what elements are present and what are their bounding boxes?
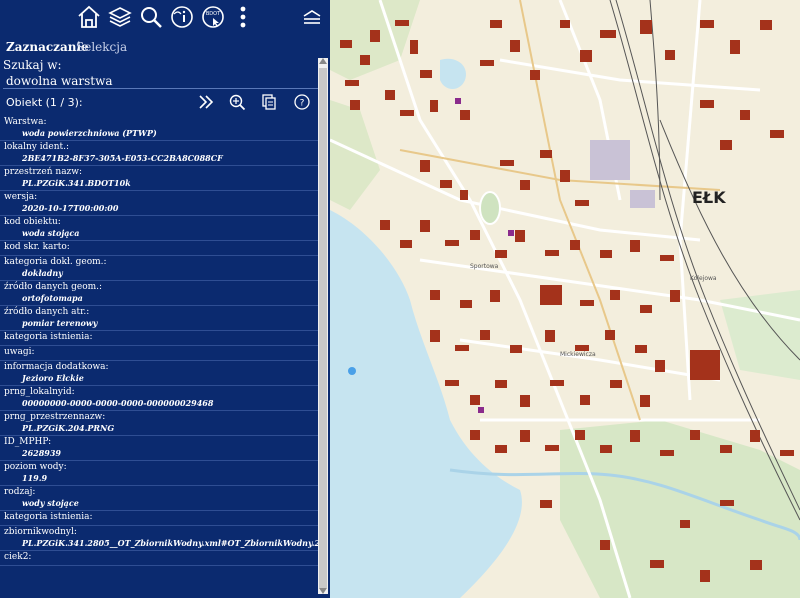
attribute-row: kategoria dokł. geom.: dokładny <box>0 256 318 281</box>
map-street-label: Sportowa <box>470 263 499 270</box>
map-marker <box>348 367 356 375</box>
attribute-row: kategoria istnienia: <box>0 331 318 346</box>
attribute-row: zbiornikwodnyl: PL.PZGiK.341.2805__OT_Zbi… <box>0 526 318 551</box>
help-icon[interactable]: ? <box>292 92 312 112</box>
attribute-row: kod obiektu: woda stojąca <box>0 216 318 241</box>
layers-icon[interactable] <box>106 2 134 32</box>
next-object-icon[interactable] <box>196 92 216 112</box>
attribute-row: uwagi: <box>0 346 318 361</box>
search-icon[interactable] <box>137 2 165 32</box>
zoom-to-object-icon[interactable] <box>227 92 247 112</box>
map-stadium <box>479 191 501 225</box>
attribute-row: kod skr. karto: <box>0 241 318 256</box>
object-bar: Obiekt (1 / 3): ? <box>0 90 318 114</box>
svg-text:BDOT: BDOT <box>206 11 221 17</box>
map-city-label: EŁK <box>692 188 726 207</box>
attribute-row: Warstwa: woda powierzchniowa (PTWP) <box>0 116 318 141</box>
map-street-label: Kolejowa <box>690 275 717 282</box>
panel-scrollbar[interactable] <box>318 58 328 594</box>
attribute-row: ciek2: <box>0 551 318 566</box>
info-panel: BDOT Zaznaczanie Selekcja Szukaj w: dowo… <box>0 0 330 598</box>
attribute-row: wersja: 2020-10-17T00:00:00 <box>0 191 318 216</box>
map-street-label: Mickiewicza <box>560 351 596 358</box>
scroll-down-arrow-icon[interactable] <box>319 588 327 594</box>
attribute-row: źródło danych geom.: ortofotomapa <box>0 281 318 306</box>
object-title: Obiekt (1 / 3): <box>6 96 83 109</box>
bdot-icon[interactable]: BDOT <box>199 2 227 32</box>
attribute-row: lokalny ident.: 2BE471B2-8F37-305A-E053-C… <box>0 141 318 166</box>
search-layer-select[interactable]: dowolna warstwa <box>3 72 318 89</box>
more-vertical-icon[interactable] <box>229 2 257 32</box>
tab-selekcja[interactable]: Selekcja <box>76 40 127 54</box>
attribute-row: prng_przestrzennazw: PL.PZGiK.204.PRNG <box>0 411 318 436</box>
attribute-row: kategoria istnienia: <box>0 511 318 526</box>
collapse-icon[interactable] <box>298 2 326 32</box>
attribute-list: Warstwa: woda powierzchniowa (PTWP) lokal… <box>0 116 318 566</box>
attribute-row: ID_MPHP: 2628939 <box>0 436 318 461</box>
copy-icon[interactable] <box>259 92 279 112</box>
home-icon[interactable] <box>75 2 103 32</box>
attribute-row: informacja dodatkowa: Jezioro Ełckie <box>0 361 318 386</box>
panel-toolbar: BDOT <box>0 0 330 36</box>
scrollbar-thumb[interactable] <box>319 68 327 588</box>
panel-tabs: Zaznaczanie Selekcja <box>0 38 318 56</box>
info-icon[interactable] <box>168 2 196 32</box>
scroll-up-arrow-icon[interactable] <box>319 58 327 64</box>
attribute-row: prng_lokalnyid: 00000000-0000-0000-0000-0… <box>0 386 318 411</box>
search-label: Szukaj w: <box>3 58 62 72</box>
attribute-row: poziom wody: 119.9 <box>0 461 318 486</box>
attribute-row: rodzaj: wody stojące <box>0 486 318 511</box>
attribute-row: źródło danych atr.: pomiar terenowy <box>0 306 318 331</box>
svg-text:?: ? <box>300 99 305 109</box>
attribute-row: przestrzeń nazw: PL.PZGiK.341.BDOT10k <box>0 166 318 191</box>
